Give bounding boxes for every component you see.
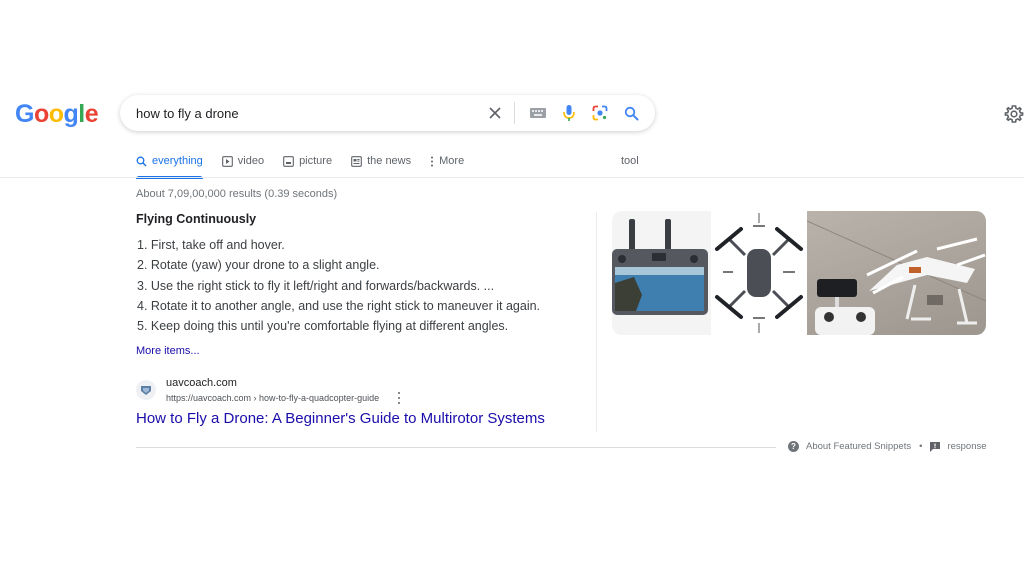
tab-label: video [237, 155, 265, 167]
play-icon [221, 155, 233, 167]
more-items-link[interactable]: More items... [136, 345, 200, 357]
snippet-images [612, 211, 986, 335]
drone-photo-image[interactable] [807, 211, 986, 335]
logo-letter: o [33, 100, 49, 128]
list-item: 5. Keep doing this until you're comforta… [137, 319, 509, 334]
site-url[interactable]: https://uavcoach.com › how-to-fly-a-quad… [166, 393, 379, 403]
tab-everything[interactable]: everything [136, 152, 203, 179]
clear-icon[interactable] [485, 103, 505, 123]
snippet-bottom-divider [136, 447, 776, 448]
logo-letter: g [63, 100, 79, 128]
search-box-divider [514, 102, 515, 124]
logo-letter: o [48, 100, 64, 128]
search-icon [136, 156, 147, 167]
list-item: 2. Rotate (yaw) your drone to a slight a… [137, 258, 380, 273]
logo-letter: e [84, 100, 99, 128]
more-vert-icon [430, 156, 434, 167]
snippet-steps: 1. First, take off and hover. 2. Rotate … [137, 238, 540, 339]
feedback-icon [930, 441, 941, 452]
tab-the-news[interactable]: the news [351, 152, 411, 170]
newspaper-icon [351, 155, 362, 167]
gear-icon[interactable] [1004, 104, 1024, 124]
control-diagram-image[interactable] [711, 211, 807, 335]
tab-more[interactable]: More [430, 152, 464, 170]
column-divider [596, 212, 597, 432]
site-name[interactable]: uavcoach.com [166, 377, 237, 389]
result-stats: About 7,09,00,000 results (0.39 seconds) [136, 188, 338, 200]
search-tabs: everything video picture the news More [136, 152, 483, 179]
image-icon [283, 155, 294, 167]
tabs-divider [0, 177, 1024, 178]
tools-button[interactable]: tool [621, 155, 639, 167]
search-icon[interactable] [621, 103, 641, 123]
tab-picture[interactable]: picture [283, 152, 332, 170]
tab-video[interactable]: video [221, 152, 265, 170]
more-options-icon[interactable] [395, 391, 403, 405]
list-item: 1. First, take off and hover. [137, 238, 285, 252]
site-favicon[interactable] [136, 380, 156, 400]
about-featured-snippets-link[interactable]: About Featured Snippets [806, 441, 911, 452]
tab-label: everything [152, 155, 203, 167]
tab-label: the news [367, 155, 412, 167]
search-box [120, 95, 655, 131]
list-item: 4. Rotate it to another angle, and use t… [137, 298, 541, 313]
search-input[interactable] [136, 101, 481, 125]
tab-label: More [439, 155, 465, 167]
logo-letter: G [15, 100, 34, 128]
tab-label: picture [299, 155, 333, 167]
microphone-icon[interactable] [559, 103, 579, 123]
google-logo[interactable]: Google [15, 100, 99, 129]
lens-icon[interactable] [590, 103, 610, 123]
result-title-link[interactable]: How to Fly a Drone: A Beginner's Guide t… [136, 410, 545, 427]
feedback-link[interactable]: response [947, 441, 986, 452]
keyboard-icon[interactable] [528, 103, 548, 123]
snippet-footer: ? About Featured Snippets • response [788, 441, 987, 452]
search-box-actions [474, 95, 641, 131]
snippet-title: Flying Continuously [136, 212, 257, 226]
controller-image[interactable] [612, 211, 711, 335]
list-item: 3. Use the right stick to fly it left/ri… [137, 278, 495, 293]
help-icon: ? [788, 441, 799, 452]
separator-dot: • [919, 441, 923, 452]
